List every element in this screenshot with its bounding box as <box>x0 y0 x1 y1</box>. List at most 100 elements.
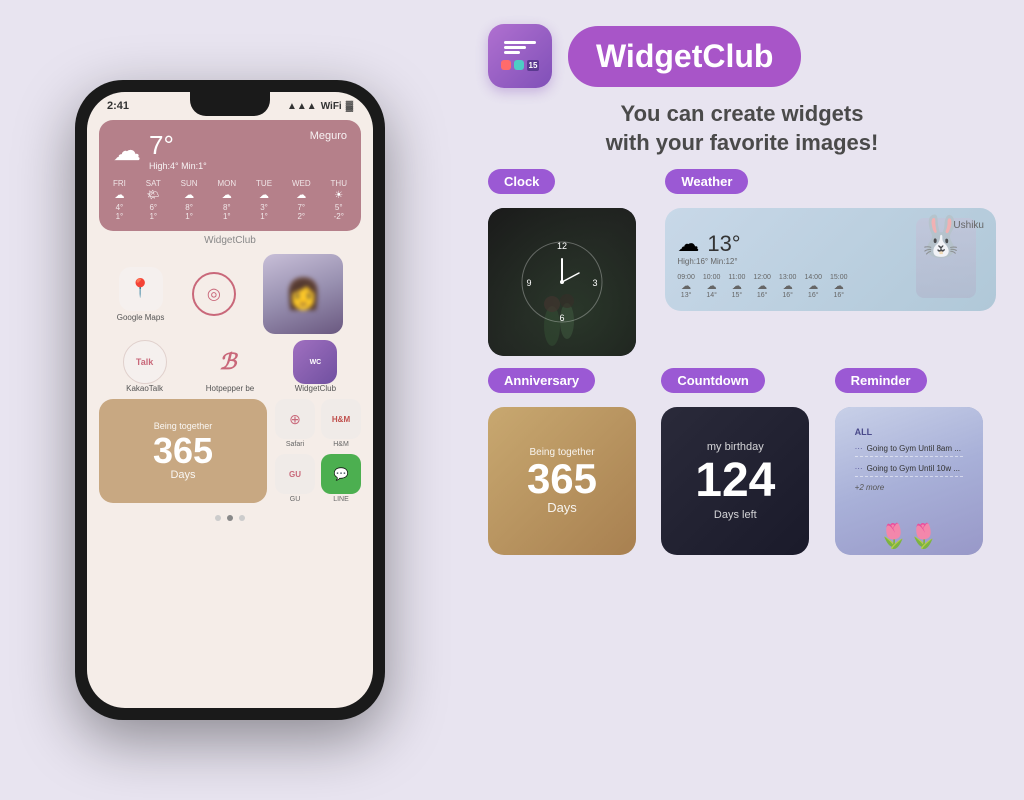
weather-widget-preview[interactable]: 🐰 Ushiku ☁ 13° High:16° Min:12° 09:00 ☁ … <box>665 208 996 311</box>
reminder-badge: Reminder <box>835 368 927 393</box>
wf-1300: 13:00 ☁ 16° <box>779 274 797 299</box>
line-label: LINE <box>321 496 361 503</box>
forecast-sat: SAT 🌤 6°1° <box>146 179 161 221</box>
left-panel: 2:41 ▲▲▲ WiFi ▓ ☁ 7° High:4° Min:1° <box>0 0 460 800</box>
countdown-badge: Countdown <box>661 368 764 393</box>
cp-event: my birthday <box>707 441 764 453</box>
tagline-line-2: with your favorite images! <box>606 130 879 155</box>
wp-cloud-icon: ☁ <box>677 231 699 257</box>
svg-text:3: 3 <box>592 278 597 288</box>
widgetclub-center-label: WidgetClub <box>87 235 373 246</box>
icons-row-bottom: GU GU 💬 LINE <box>275 454 361 503</box>
reminder-item-2: ⋯ Going to Gym Until 10w ... <box>855 461 963 477</box>
circle-icon: ◎ <box>192 272 236 316</box>
reminder-content: ALL ⋯ Going to Gym Until 8am ... ⋯ Going… <box>847 419 971 500</box>
weather-top: ☁ 7° High:4° Min:1° Meguro <box>113 130 347 171</box>
wf-1500: 15:00 ☁ 16° <box>830 274 848 299</box>
anniversary-widget-preview[interactable]: Being together 365 Days <box>488 407 636 555</box>
gu-icon-item[interactable]: GU GU <box>275 454 315 503</box>
photo-widget[interactable]: 👩 <box>263 254 343 334</box>
safari-icon: ⊕ <box>275 399 315 439</box>
cp-days: 124 <box>695 457 775 505</box>
hm-icon-item[interactable]: H&M H&M <box>321 399 361 448</box>
phone-weather-widget[interactable]: ☁ 7° High:4° Min:1° Meguro FRI ☁ 4°1° <box>99 120 361 231</box>
line-icon-item[interactable]: 💬 LINE <box>321 454 361 503</box>
circle-outline-item[interactable]: ◎ <box>192 272 236 316</box>
icon-line-3 <box>504 51 520 54</box>
phone-time: 2:41 <box>107 100 129 112</box>
wc-icon-item[interactable]: WC WidgetClub <box>293 340 337 393</box>
hm-icon: H&M <box>321 399 361 439</box>
anniversary-days: 365 <box>153 433 213 469</box>
widget-row-1: Clock 12 3 <box>488 169 996 356</box>
hotpepper-icon-item[interactable]: ℬ Hotpepper be <box>206 340 254 393</box>
gu-icon: GU <box>275 454 315 494</box>
tagline-line-1: You can create widgets <box>621 101 864 126</box>
wf-1100: 11:00 ☁ 15° <box>728 274 745 299</box>
small-icons-column: ⊕ Safari H&M H&M GU GU <box>275 399 361 503</box>
clock-badge-container: Clock <box>488 169 653 200</box>
anniversary-badge-container: Anniversary <box>488 368 649 399</box>
right-panel: 15 WidgetClub You can create widgets wit… <box>460 0 1024 800</box>
reminder-all-badge: ALL <box>855 427 963 437</box>
phone-notch <box>190 92 270 116</box>
icon-apps-row: 15 <box>501 60 540 71</box>
ap-days: 365 <box>527 458 597 500</box>
safari-icon-item[interactable]: ⊕ Safari <box>275 399 315 448</box>
signal-icon: ▲▲▲ <box>287 101 317 112</box>
icon-line-1 <box>504 41 536 44</box>
svg-text:12: 12 <box>557 241 567 251</box>
phone-screen: 2:41 ▲▲▲ WiFi ▓ ☁ 7° High:4° Min:1° <box>87 92 373 708</box>
hotpepper-label: Hotpepper be <box>206 384 254 393</box>
clock-face-svg: 12 3 6 9 <box>517 237 607 327</box>
forecast-tue: TUE ☁ 3°1° <box>256 179 272 221</box>
maps-icon: 📍 <box>119 267 163 311</box>
anniversary-column: Anniversary Being together 365 Days <box>488 368 649 555</box>
weather-temp-info: 7° High:4° Min:1° <box>149 130 207 171</box>
weather-temp: 7° <box>149 130 207 161</box>
tagline-text: You can create widgets with your favorit… <box>488 100 996 157</box>
wf-1000: 10:00 ☁ 14° <box>703 274 721 299</box>
phone-anniversary-widget[interactable]: Being together 365 Days <box>99 399 267 503</box>
forecast-sun: SUN ☁ 8°1° <box>181 179 198 221</box>
wf-1400: 14:00 ☁ 16° <box>804 274 822 299</box>
hm-label: H&M <box>321 441 361 448</box>
bottom-grid: Being together 365 Days ⊕ Safari H&M H&M <box>87 395 373 511</box>
dot-blue <box>514 60 524 70</box>
forecast-wed: WED ☁ 7°2° <box>292 179 311 221</box>
weather-range: High:4° Min:1° <box>149 161 207 171</box>
clock-widget-preview[interactable]: 12 3 6 9 <box>488 208 636 356</box>
kakao-icon-item[interactable]: Talk KakaoTalk <box>123 340 167 393</box>
maps-icon-item[interactable]: 📍 Google Maps <box>117 267 165 322</box>
wc-small-icon: WC <box>293 340 337 384</box>
status-icons: ▲▲▲ WiFi ▓ <box>287 101 353 112</box>
kakao-label: KakaoTalk <box>123 384 167 393</box>
reminder-badge-container: Reminder <box>835 368 996 399</box>
weather-forecast: FRI ☁ 4°1° SAT 🌤 6°1° SUN ☁ 8°1° <box>113 179 347 221</box>
maps-label: Google Maps <box>117 313 165 322</box>
page-dots <box>87 511 373 525</box>
weather-location: Meguro <box>310 130 347 142</box>
icons-row-top: ⊕ Safari H&M H&M <box>275 399 361 448</box>
forecast-thu: THU ☀ 5°-2° <box>331 179 347 221</box>
wc-small-label: WidgetClub <box>293 384 337 393</box>
forecast-fri: FRI ☁ 4°1° <box>113 179 126 221</box>
wf-0900: 09:00 ☁ 13° <box>677 274 695 299</box>
wp-location: Ushiku <box>677 220 984 231</box>
countdown-widget-preview[interactable]: my birthday 124 Days left <box>661 407 809 555</box>
app-icon-large: 15 <box>488 24 552 88</box>
svg-text:9: 9 <box>526 278 531 288</box>
phone-mockup: 2:41 ▲▲▲ WiFi ▓ ☁ 7° High:4° Min:1° <box>75 80 385 720</box>
dot-3 <box>239 515 245 521</box>
ap-being: Being together <box>529 447 594 458</box>
app-icons-row-2: Talk KakaoTalk ℬ Hotpepper be WC WidgetC… <box>87 338 373 395</box>
svg-text:6: 6 <box>559 313 564 323</box>
clock-column: Clock 12 3 <box>488 169 653 356</box>
countdown-column: Countdown my birthday 124 Days left <box>661 368 822 555</box>
reminder-widget-preview[interactable]: 🌷🌷 ALL ⋯ Going to Gym Until 8am ... ⋯ Go… <box>835 407 983 555</box>
gu-label: GU <box>275 496 315 503</box>
kakao-icon: Talk <box>123 340 167 384</box>
app-title-area: WidgetClub <box>568 26 801 87</box>
weather-cloud-icon: ☁ <box>113 134 141 167</box>
safari-label: Safari <box>275 441 315 448</box>
